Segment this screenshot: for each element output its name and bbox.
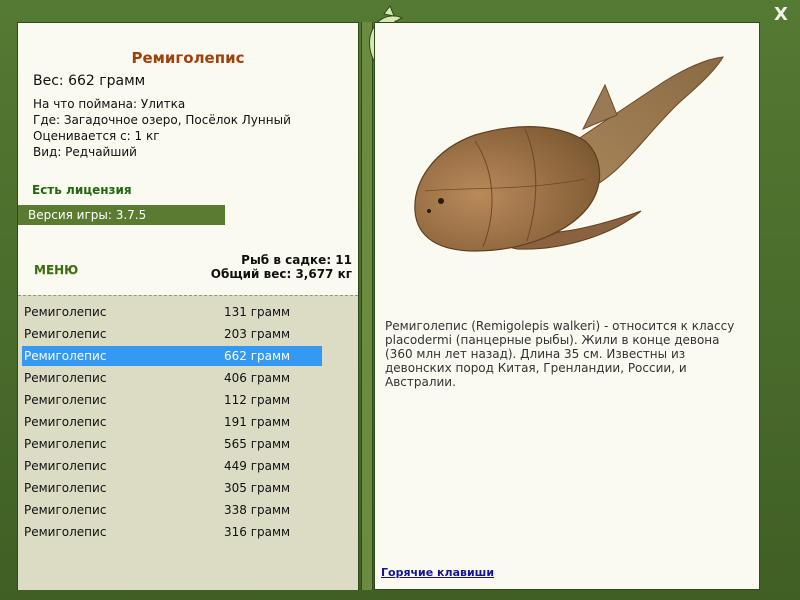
location-info: Где: Загадочное озеро, Посёлок Лунный xyxy=(33,113,291,127)
catch-fish-weight: 338 грамм xyxy=(224,503,291,517)
species-description: Ремиголепис (Remigolepis walkeri) - отно… xyxy=(385,319,735,389)
catch-fish-weight: 316 грамм xyxy=(224,525,291,539)
catch-fish-name: Ремиголепис xyxy=(24,327,107,341)
catch-fish-name: Ремиголепис xyxy=(24,525,107,539)
catch-list[interactable]: Ремиголепис 131 грамм Ремиголепис 203 грамм… xyxy=(18,295,358,590)
catch-fish-name: Ремиголепис xyxy=(24,481,107,495)
catch-fish-weight: 112 грамм xyxy=(224,393,291,407)
species-info-panel: Ремиголепис (Remigolepis walkeri) - отно… xyxy=(374,22,760,590)
catch-fish-name: Ремиголепис xyxy=(24,305,107,319)
catch-fish-name: Ремиголепис xyxy=(24,503,107,517)
catch-fish-weight: 191 грамм xyxy=(224,415,291,429)
bait-info: На что поймана: Улитка xyxy=(33,97,186,111)
catch-list-item[interactable]: Ремиголепис 338 грамм xyxy=(22,500,322,520)
catch-fish-weight: 565 грамм xyxy=(224,437,291,451)
catch-list-item[interactable]: Ремиголепис 203 грамм xyxy=(22,324,322,344)
catch-fish-weight: 203 грамм xyxy=(224,327,291,341)
catch-fish-name: Ремиголепис xyxy=(24,415,107,429)
menu-button[interactable]: меню xyxy=(34,263,78,277)
catch-fish-name: Ремиголепис xyxy=(24,437,107,451)
rarity-info: Вид: Редчайший xyxy=(33,145,137,159)
catch-info-panel: Ремиголепис Вес: 662 грамм На что пойман… xyxy=(17,22,359,590)
fish-weight: Вес: 662 грамм xyxy=(33,73,146,89)
catch-fish-weight: 406 грамм xyxy=(224,371,291,385)
version-bar: Версия игры: 3.7.5 xyxy=(18,205,225,225)
catch-list-item[interactable]: Ремиголепис 112 грамм xyxy=(22,390,322,410)
catch-fish-weight: 662 грамм xyxy=(224,349,291,363)
catch-fish-weight: 131 грамм xyxy=(224,305,291,319)
valuation-info: Оценивается с: 1 кг xyxy=(33,129,160,143)
fish-count: Рыб в садке: 11 xyxy=(241,253,352,267)
catch-list-item[interactable]: Ремиголепис 305 грамм xyxy=(22,478,322,498)
catch-list-item[interactable]: Ремиголепис 565 грамм xyxy=(22,434,322,454)
catch-list-item[interactable]: Ремиголепис 662 грамм xyxy=(22,346,322,366)
catch-fish-name: Ремиголепис xyxy=(24,459,107,473)
catch-list-item[interactable]: Ремиголепис 316 грамм xyxy=(22,522,322,542)
license-status: Есть лицензия xyxy=(32,183,132,197)
fish-title: Ремиголепис xyxy=(131,49,245,67)
catch-list-item[interactable]: Ремиголепис 406 грамм xyxy=(22,368,322,388)
keepnet-stats: Рыб в садке: 11 Общий вес: 3,677 кг xyxy=(211,253,352,281)
catch-fish-weight: 449 грамм xyxy=(224,459,291,473)
catch-fish-name: Ремиголепис xyxy=(24,371,107,385)
catch-list-item[interactable]: Ремиголепис 131 грамм xyxy=(22,302,322,322)
catch-fish-name: Ремиголепис xyxy=(24,349,107,363)
hotkeys-link[interactable]: Горячие клавиши xyxy=(381,566,494,579)
total-weight: Общий вес: 3,677 кг xyxy=(210,267,352,281)
catch-fish-weight: 305 грамм xyxy=(224,481,291,495)
close-button[interactable]: X xyxy=(770,4,792,26)
catch-list-item[interactable]: Ремиголепис 191 грамм xyxy=(22,412,322,432)
fish-details: На что поймана: Улитка Где: Загадочное о… xyxy=(33,96,291,160)
catch-list-item[interactable]: Ремиголепис 449 грамм xyxy=(22,456,322,476)
game-window-frame: X Ремиголепис Вес: 662 грамм На что пойм… xyxy=(0,0,800,600)
fish-illustration xyxy=(414,56,724,252)
panel-divider xyxy=(361,22,373,590)
catch-fish-name: Ремиголепис xyxy=(24,393,107,407)
